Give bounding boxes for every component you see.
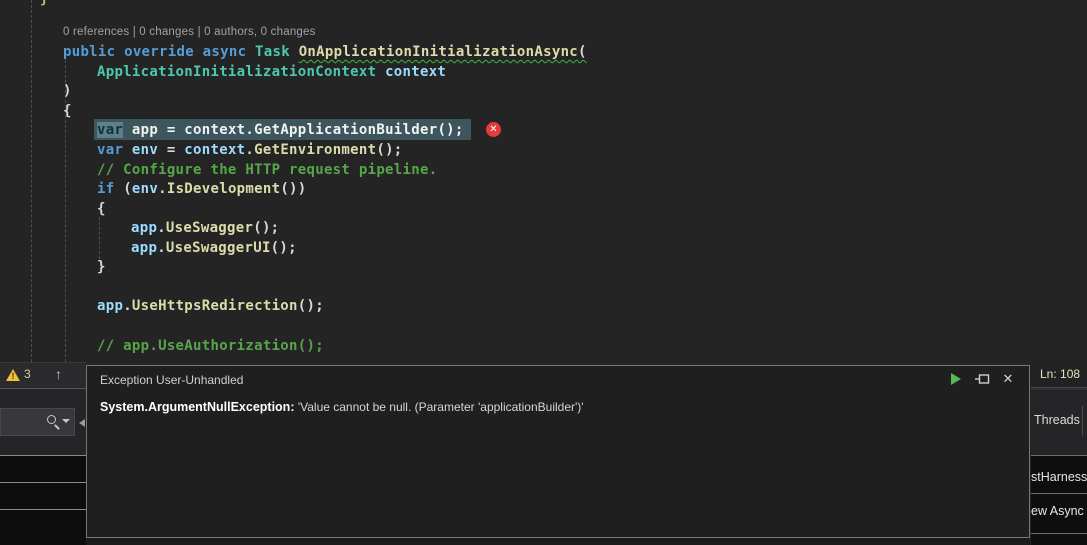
code-line[interactable]: var env = context.GetEnvironment(); [97,140,403,160]
code-token: { [63,103,72,119]
code-token: IsDevelopment [167,181,280,197]
code-line[interactable]: public override async Task OnApplication… [63,42,587,62]
exception-popup: Exception User-Unhandled ✕ System.Argume… [86,365,1030,538]
code-token: app [132,122,158,138]
code-token: ApplicationInitializationContext [97,64,385,80]
up-arrow-icon[interactable]: ↑ [55,366,62,382]
code-token: // Configure the HTTP request pipeline. [97,162,437,178]
code-token: . [245,142,254,158]
code-token: var [97,142,132,158]
close-button[interactable]: ✕ [999,370,1017,388]
code-token: env [132,142,158,158]
code-token: ) [63,83,72,99]
code-token: OnApplicationInitializationAsync [299,44,578,60]
code-token: (); [271,240,297,256]
code-line[interactable]: } [97,257,106,277]
continue-button[interactable] [947,370,965,388]
code-token: = [158,122,184,138]
code-line[interactable]: { [63,101,72,121]
code-token: Task [255,44,299,60]
code-token: (); [298,298,324,314]
pin-icon [973,370,991,388]
code-token: UseSwaggerUI [166,240,271,256]
code-line[interactable]: var app = context.GetApplicationBuilder(… [97,120,464,140]
row-divider [1031,493,1087,494]
tab-divider [1082,406,1083,436]
exception-error-icon[interactable]: ✕ [486,122,501,137]
exception-message: System.ArgumentNullException: 'Value can… [100,400,584,414]
code-token: // app.UseAuthorization(); [97,338,324,354]
code-token: (); [253,220,279,236]
code-token: } [97,259,106,275]
code-line[interactable]: { [97,199,106,219]
pin-button[interactable] [973,370,991,388]
code-token: app [97,298,123,314]
code-token: ( [578,44,587,60]
code-token: { [97,201,106,217]
threads-tab-area: Threads [1031,390,1087,455]
code-token: context [184,122,245,138]
code-token: (); [437,122,463,138]
vs-debug-screen: } 0 references | 0 changes | 0 authors, … [0,0,1087,545]
code-line[interactable]: // Configure the HTTP request pipeline. [97,160,437,180]
indent-guide [31,0,32,362]
code-token: if [97,181,123,197]
code-token: context [385,64,446,80]
line-indicator: Ln: 108 [1040,367,1080,381]
code-token: var [97,122,123,138]
code-token: ( [123,181,132,197]
code-token [123,122,132,138]
warning-count[interactable]: 3 [24,367,31,381]
code-token: context [184,142,245,158]
callstack-row[interactable]: ew Async C [1031,504,1087,518]
code-line[interactable]: app.UseSwagger(); [131,218,279,238]
tab-threads[interactable]: Threads [1034,413,1080,427]
code-token: . [158,181,167,197]
code-line[interactable]: app.UseSwaggerUI(); [131,238,297,258]
code-token: . [123,298,132,314]
code-line[interactable]: app.UseHttpsRedirection(); [97,296,324,316]
code-line[interactable]: ) [63,81,72,101]
code-token: UseHttpsRedirection [132,298,298,314]
code-token: GetEnvironment [254,142,376,158]
warning-icon: ! [6,369,20,381]
code-token: UseSwagger [166,220,253,236]
partial-closing-brace: } [40,0,48,9]
watch-grid[interactable] [0,455,86,545]
codelens-label[interactable]: 0 references | 0 changes | 0 authors, 0 … [63,26,316,38]
code-token: env [132,181,158,197]
code-token: = [158,142,184,158]
code-line[interactable]: ApplicationInitializationContext context [97,62,446,82]
grid-row-divider [0,509,86,510]
line-indicator-strip: Ln: 108 [1031,362,1087,387]
code-token: app [131,220,157,236]
indent-guide [99,217,100,259]
document-health-bar: ! 3 ↑ [0,362,86,387]
code-line[interactable]: if (env.IsDevelopment()) [97,179,307,199]
callstack-row[interactable]: stHarness.A [1031,470,1087,484]
code-token: GetApplicationBuilder [254,122,437,138]
code-token: app [131,240,157,256]
callstack-panel: stHarness.A ew Async C [1031,455,1087,545]
code-editor[interactable]: } 0 references | 0 changes | 0 authors, … [0,0,1087,362]
row-divider [1031,533,1087,534]
code-token: public override async [63,44,255,60]
code-token: . [157,240,166,256]
exception-type: System.ArgumentNullException: [100,400,294,414]
search-dropdown-caret-icon[interactable] [62,419,70,423]
popup-title: Exception User-Unhandled [100,373,243,387]
splitter-arrow-icon[interactable] [79,419,85,427]
code-token: . [245,122,254,138]
exception-detail: 'Value cannot be null. (Parameter 'appli… [294,400,583,414]
code-token: ()) [280,181,306,197]
popup-shadow-strip [86,538,1030,545]
code-line[interactable]: // app.UseAuthorization(); [97,336,324,356]
play-icon [951,373,961,385]
search-input[interactable] [0,408,75,436]
grid-row-divider [0,482,86,483]
search-icon[interactable] [47,415,56,424]
code-token: (); [376,142,402,158]
code-token: . [157,220,166,236]
